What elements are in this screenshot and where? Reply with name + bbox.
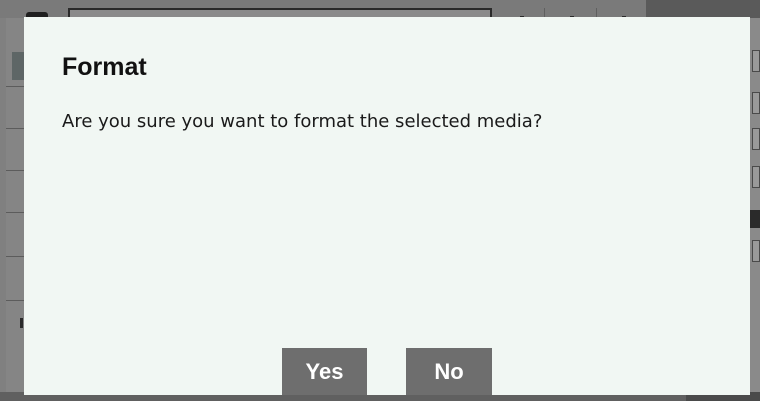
background-list-divider [6, 86, 24, 87]
dialog-title: Format [62, 53, 147, 81]
background-left-marker [20, 318, 23, 328]
background-list-divider [6, 212, 24, 213]
background-list-divider [6, 128, 24, 129]
format-dialog: Format Are you sure you want to format t… [24, 17, 750, 395]
background-right-button [752, 50, 760, 72]
background-panel-header [646, 0, 760, 18]
background-right-button [752, 128, 760, 150]
no-button[interactable]: No [406, 348, 492, 395]
background-list-divider [6, 170, 24, 171]
background-right-label [750, 210, 760, 228]
dialog-message: Are you sure you want to format the sele… [62, 111, 543, 132]
background-list-divider [6, 256, 24, 257]
background-right-button [752, 92, 760, 114]
background-right-panel [750, 18, 760, 392]
background-right-button [752, 166, 760, 188]
background-list-divider [6, 300, 24, 301]
background-left-thumbnail [12, 52, 24, 80]
background-right-button [752, 240, 760, 262]
yes-button[interactable]: Yes [282, 348, 367, 395]
